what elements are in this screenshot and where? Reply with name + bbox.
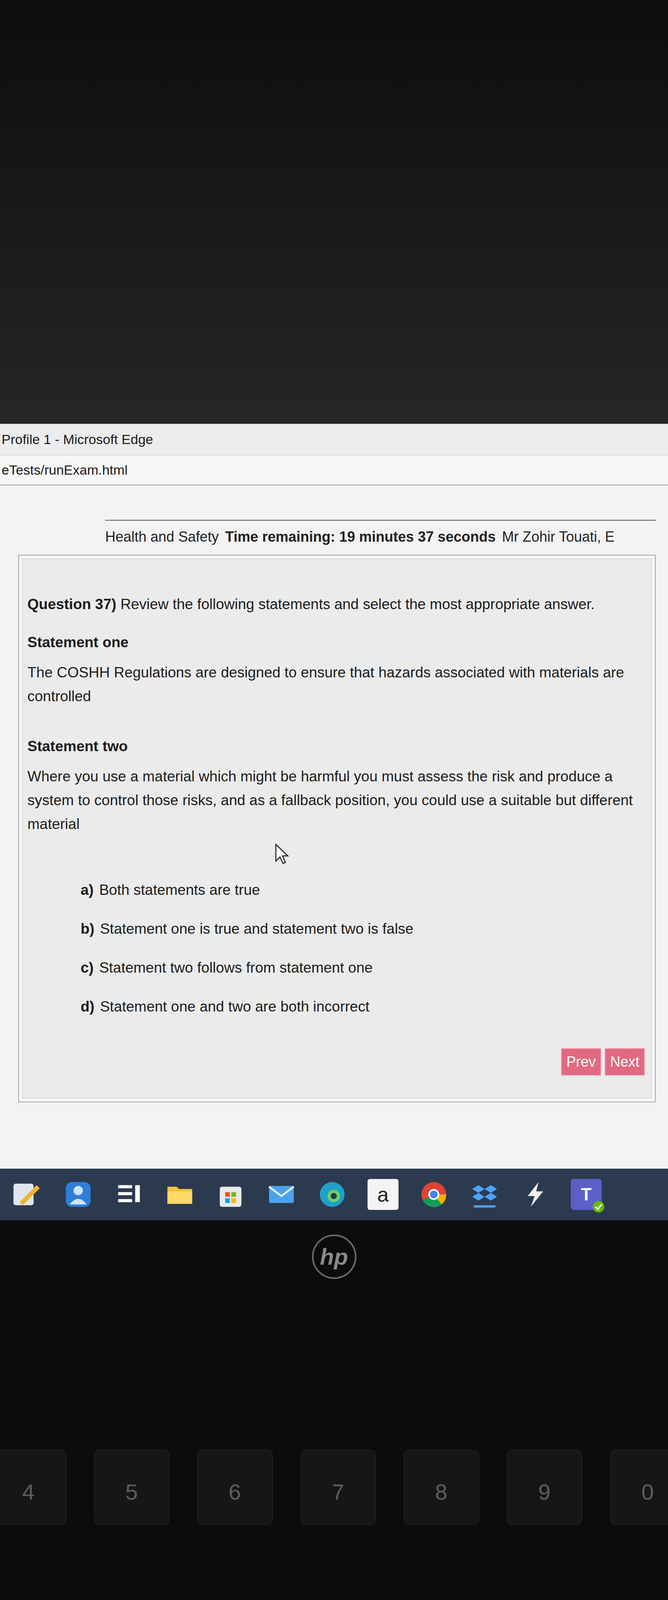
timer: Time remaining: 19 minutes 37 seconds xyxy=(225,526,496,548)
key-label: 4 xyxy=(22,1475,35,1510)
exam-page: Health and Safety Time remaining: 19 min… xyxy=(0,485,668,1169)
amazon-icon[interactable]: a xyxy=(367,1179,399,1211)
subject: Health and Safety xyxy=(105,526,219,548)
taskbar: a T xyxy=(0,1168,668,1221)
address-bar[interactable]: eTests/runExam.html xyxy=(0,455,668,486)
statement-title: Statement two xyxy=(27,736,647,757)
keyboard-key[interactable]: 7 xyxy=(300,1449,376,1526)
option-text: Both statements are true xyxy=(99,879,260,901)
laptop-body: hp 4 5 6 7 8 9 0 xyxy=(0,1220,668,1600)
question-number: Question 37) xyxy=(27,596,117,613)
options: a)Both statements are trueb)Statement on… xyxy=(27,879,647,1018)
keyboard-key[interactable]: 5 xyxy=(94,1449,170,1526)
keyboard-row: 4 5 6 7 8 9 0 xyxy=(0,1449,668,1526)
key-label: 8 xyxy=(435,1475,448,1510)
nav-button[interactable]: Prev xyxy=(560,1048,602,1077)
question-prompt: Review the following statements and sele… xyxy=(120,596,595,613)
hp-logo-text: hp xyxy=(319,1245,349,1269)
edge-icon[interactable] xyxy=(316,1179,348,1211)
option-letter: a) xyxy=(80,879,94,901)
candidate: Mr Zohir Touati, E xyxy=(502,526,615,548)
room-background xyxy=(0,0,668,424)
option-letter: c) xyxy=(80,957,94,979)
person-app-icon[interactable] xyxy=(62,1179,94,1211)
option-text: Statement one is true and statement two … xyxy=(100,918,414,940)
key-label: 5 xyxy=(125,1475,138,1510)
exam-header: Health and Safety Time remaining: 19 min… xyxy=(105,519,656,551)
option-text: Statement two follows from statement one xyxy=(99,957,373,979)
chrome-icon[interactable] xyxy=(418,1179,450,1211)
key-label: 7 xyxy=(331,1475,345,1510)
teams-icon[interactable]: T xyxy=(570,1179,602,1211)
task-view-icon[interactable] xyxy=(113,1179,145,1211)
answer-option[interactable]: d)Statement one and two are both incorre… xyxy=(80,996,647,1018)
statement-title: Statement one xyxy=(27,632,647,653)
statements: Statement one The COSHH Regulations are d… xyxy=(27,614,647,837)
key-label: 6 xyxy=(228,1475,241,1510)
mouse-cursor-icon xyxy=(274,843,289,865)
question-line: Question 37) Review the following statem… xyxy=(27,594,647,615)
question-box: Question 37) Review the following statem… xyxy=(18,554,656,1103)
pen-icon[interactable] xyxy=(11,1179,43,1211)
keyboard-key[interactable]: 6 xyxy=(197,1449,273,1526)
photo: Profile 1 - Microsoft Edge eTests/runExa… xyxy=(0,0,668,1600)
hp-logo: hp xyxy=(311,1234,357,1280)
answer-option[interactable]: b)Statement one is true and statement tw… xyxy=(80,918,647,940)
statement-text: The COSHH Regulations are designed to en… xyxy=(27,660,647,709)
browser-title-bar: Profile 1 - Microsoft Edge xyxy=(0,423,668,456)
question-panel: Question 37) Review the following statem… xyxy=(22,558,652,1099)
amazon-icon-label: a xyxy=(377,1184,389,1206)
key-label: 9 xyxy=(538,1475,551,1510)
folder-icon[interactable] xyxy=(164,1179,196,1211)
statement: Statement one The COSHH Regulations are d… xyxy=(27,632,647,709)
page-empty-space xyxy=(18,1102,656,1169)
answer-option[interactable]: a)Both statements are true xyxy=(80,879,647,901)
option-text: Statement one and two are both incorrect xyxy=(100,996,370,1018)
nav-button[interactable]: Next xyxy=(604,1048,645,1077)
statement: Statement two Where you use a material wh… xyxy=(27,736,647,837)
nav-buttons: PrevNext xyxy=(27,1048,647,1077)
keyboard-key[interactable]: 8 xyxy=(403,1449,480,1526)
keyboard-key[interactable]: 9 xyxy=(506,1449,583,1526)
option-letter: b) xyxy=(80,918,95,940)
teams-icon-label: T xyxy=(581,1185,592,1204)
screen: Profile 1 - Microsoft Edge eTests/runExa… xyxy=(0,423,668,1221)
answer-option[interactable]: c)Statement two follows from statement o… xyxy=(80,957,647,979)
browser-title: Profile 1 - Microsoft Edge xyxy=(1,429,154,450)
dropbox-icon[interactable] xyxy=(469,1179,501,1211)
keyboard-key[interactable]: 0 xyxy=(610,1449,668,1526)
keyboard-key[interactable]: 4 xyxy=(0,1449,67,1526)
check-badge-icon xyxy=(592,1200,605,1214)
option-letter: d) xyxy=(80,996,95,1018)
key-label: 0 xyxy=(641,1475,654,1510)
lightning-app-icon[interactable] xyxy=(519,1179,551,1211)
statement-text: Where you use a material which might be … xyxy=(27,764,647,837)
store-icon[interactable] xyxy=(215,1179,247,1211)
mail-icon[interactable] xyxy=(265,1179,297,1211)
address-text: eTests/runExam.html xyxy=(1,460,128,481)
